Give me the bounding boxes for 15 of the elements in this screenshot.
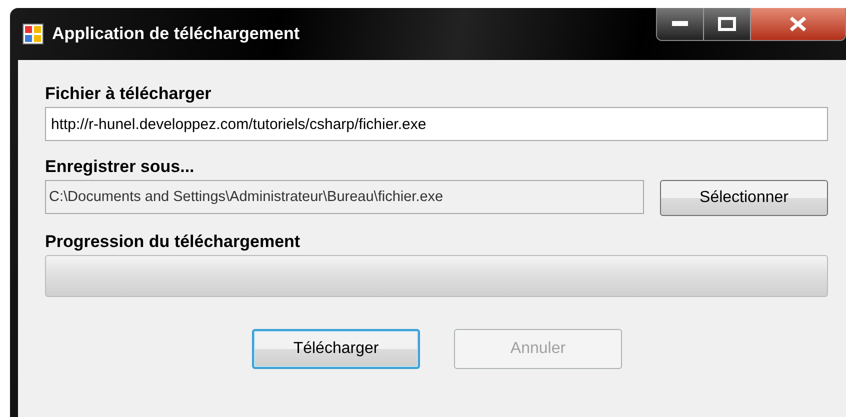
download-button[interactable]: Télécharger	[252, 329, 420, 369]
window-title: Application de téléchargement	[52, 24, 300, 44]
minimize-button[interactable]	[657, 8, 704, 40]
maximize-icon	[718, 17, 736, 31]
maximize-button[interactable]	[704, 8, 751, 40]
field-label: Enregistrer sous...	[45, 157, 196, 177]
app-icon	[22, 23, 44, 45]
minimize-icon	[672, 21, 688, 27]
select-button[interactable]: Sélectionner	[660, 180, 828, 216]
progress-label: Progression du téléchargement	[45, 232, 302, 252]
text-field[interactable]: C:\Documents and Settings\Administrateur\Bureau\fichier.exe	[45, 180, 644, 214]
close-button[interactable]	[751, 8, 845, 40]
close-icon	[789, 16, 807, 32]
field-label: Fichier à télécharger	[45, 84, 212, 104]
text-field[interactable]: http://r-hunel.developpez.com/tutoriels/csharp/fichier.exe	[45, 107, 828, 141]
